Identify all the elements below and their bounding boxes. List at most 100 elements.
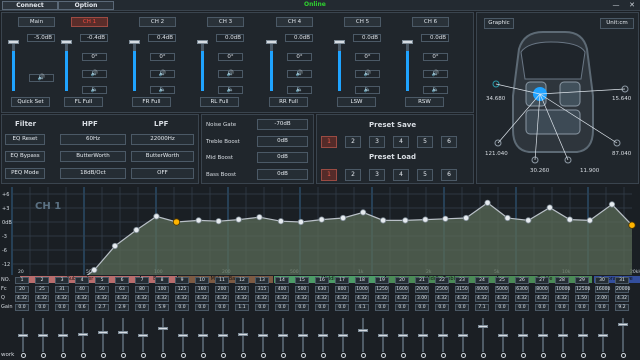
eq-slider-dot-icon[interactable] (141, 353, 146, 358)
eq-slider-dot-icon[interactable] (161, 353, 166, 358)
channel-tab[interactable]: CH 4 (276, 17, 313, 27)
q-cell[interactable]: 4.32 (515, 295, 529, 302)
gain-cell[interactable]: 9.2 (615, 304, 629, 311)
fc-cell[interactable]: 800 (335, 286, 349, 293)
speaker-icon[interactable]: 🔊 (287, 70, 312, 78)
fc-cell[interactable]: 50 (95, 286, 109, 293)
eq-slider-knob[interactable] (358, 329, 368, 333)
delay-value[interactable]: 0° (423, 53, 448, 61)
hpf-frequency[interactable]: 60Hz (60, 134, 126, 145)
preset-save-button[interactable]: 3 (369, 136, 385, 148)
eq-gain-slider[interactable] (18, 318, 28, 352)
gain-cell[interactable]: 0.0 (135, 304, 149, 311)
eq-slider-dot-icon[interactable] (421, 353, 426, 358)
hpf-type[interactable]: ButterWorth (60, 151, 126, 162)
preset-load-button[interactable]: 3 (369, 169, 385, 181)
gain-cell[interactable]: 0.0 (175, 304, 189, 311)
eq-slider-dot-icon[interactable] (121, 353, 126, 358)
channel-gain-value[interactable]: -5.0dB (27, 34, 55, 42)
eq-slider-knob[interactable] (478, 325, 488, 329)
gain-cell[interactable]: 0.0 (415, 304, 429, 311)
delay-value[interactable]: 0° (287, 53, 312, 61)
gain-cell[interactable]: 0.0 (315, 304, 329, 311)
eq-slider-dot-icon[interactable] (541, 353, 546, 358)
fc-cell[interactable]: 20 (15, 286, 29, 293)
q-cell[interactable]: 4.32 (355, 295, 369, 302)
gain-cell[interactable]: 0.0 (15, 304, 29, 311)
channel-name[interactable]: LSW (337, 97, 376, 107)
q-cell[interactable]: 4.32 (215, 295, 229, 302)
eq-slider-knob[interactable] (138, 334, 148, 337)
eq-slider-knob[interactable] (458, 334, 468, 337)
eq-slider-dot-icon[interactable] (101, 353, 106, 358)
q-cell[interactable]: 4.32 (455, 295, 469, 302)
fader-knob[interactable] (8, 40, 19, 44)
peq-mode-button[interactable]: PEQ Mode (5, 168, 45, 179)
eq-slider-dot-icon[interactable] (501, 353, 506, 358)
fc-cell[interactable]: 4000 (475, 286, 489, 293)
q-cell[interactable]: 4.32 (35, 295, 49, 302)
fc-cell[interactable]: 2500 (435, 286, 449, 293)
eq-slider-dot-icon[interactable] (461, 353, 466, 358)
fader-knob[interactable] (266, 40, 277, 44)
channel-name[interactable]: FR Full (132, 97, 171, 107)
q-cell[interactable]: 4.32 (75, 295, 89, 302)
fader-knob[interactable] (129, 40, 140, 44)
eq-slider-dot-icon[interactable] (281, 353, 286, 358)
eq-slider-dot-icon[interactable] (41, 353, 46, 358)
channel-fader[interactable] (61, 40, 72, 91)
eq-gain-slider[interactable] (558, 318, 568, 352)
eq-slider-knob[interactable] (298, 334, 308, 337)
eq-gain-slider[interactable] (158, 318, 168, 352)
eq-slider-dot-icon[interactable] (61, 353, 66, 358)
fc-cell[interactable]: 20000 (615, 286, 630, 293)
eq-gain-slider[interactable] (118, 318, 128, 352)
eq-gain-slider[interactable] (618, 318, 628, 352)
eq-slider-dot-icon[interactable] (261, 353, 266, 358)
eq-slider-knob[interactable] (18, 334, 28, 337)
gain-cell[interactable]: 2.9 (115, 304, 129, 311)
channel-name[interactable]: FL Full (64, 97, 103, 107)
eq-gain-slider[interactable] (598, 318, 608, 352)
channel-fader[interactable] (129, 40, 140, 91)
eq-gain-slider[interactable] (538, 318, 548, 352)
eq-gain-slider[interactable] (478, 318, 488, 352)
fc-cell[interactable]: 40 (75, 286, 89, 293)
eq-slider-knob[interactable] (618, 322, 628, 326)
eq-slider-dot-icon[interactable] (441, 353, 446, 358)
gain-cell[interactable]: 0.0 (275, 304, 289, 311)
fc-cell[interactable]: 5000 (495, 286, 509, 293)
preset-save-button[interactable]: 6 (441, 136, 457, 148)
fc-cell[interactable]: 400 (275, 286, 289, 293)
q-cell[interactable]: 4.32 (95, 295, 109, 302)
gain-cell[interactable]: 0.0 (375, 304, 389, 311)
fc-cell[interactable]: 1250 (375, 286, 389, 293)
channel-fader[interactable] (402, 40, 413, 91)
channel-gain-value[interactable]: -0.4dB (80, 34, 108, 42)
sound-icon[interactable]: 🔈 (150, 86, 175, 94)
q-cell[interactable]: 1.50 (575, 295, 589, 302)
eq-slider-knob[interactable] (238, 332, 248, 336)
preset-save-button[interactable]: 5 (417, 136, 433, 148)
fader-knob[interactable] (197, 40, 208, 44)
channel-fader[interactable] (8, 40, 19, 91)
fc-cell[interactable]: 1000 (355, 286, 369, 293)
eq-slider-knob[interactable] (118, 330, 128, 334)
lpf-slope[interactable]: OFF (131, 168, 194, 179)
fc-cell[interactable]: 3150 (455, 286, 469, 293)
channel-gain-value[interactable]: 0.0dB (216, 34, 244, 42)
close-icon[interactable]: ✕ (627, 0, 637, 10)
eq-slider-knob[interactable] (518, 334, 528, 337)
eq-slider-knob[interactable] (418, 334, 428, 337)
eq-slider-dot-icon[interactable] (361, 353, 366, 358)
sound-icon[interactable]: 🔈 (287, 86, 312, 94)
connect-button[interactable]: Connect (2, 1, 58, 10)
eq-slider-knob[interactable] (438, 334, 448, 337)
fc-cell[interactable]: 1600 (395, 286, 409, 293)
eq-gain-slider[interactable] (458, 318, 468, 352)
eq-slider-knob[interactable] (198, 334, 208, 337)
gain-cell[interactable]: 0.6 (75, 304, 89, 311)
fc-cell[interactable]: 31 (55, 286, 69, 293)
delay-value[interactable]: 0° (150, 53, 175, 61)
preset-load-button[interactable]: 2 (345, 169, 361, 181)
